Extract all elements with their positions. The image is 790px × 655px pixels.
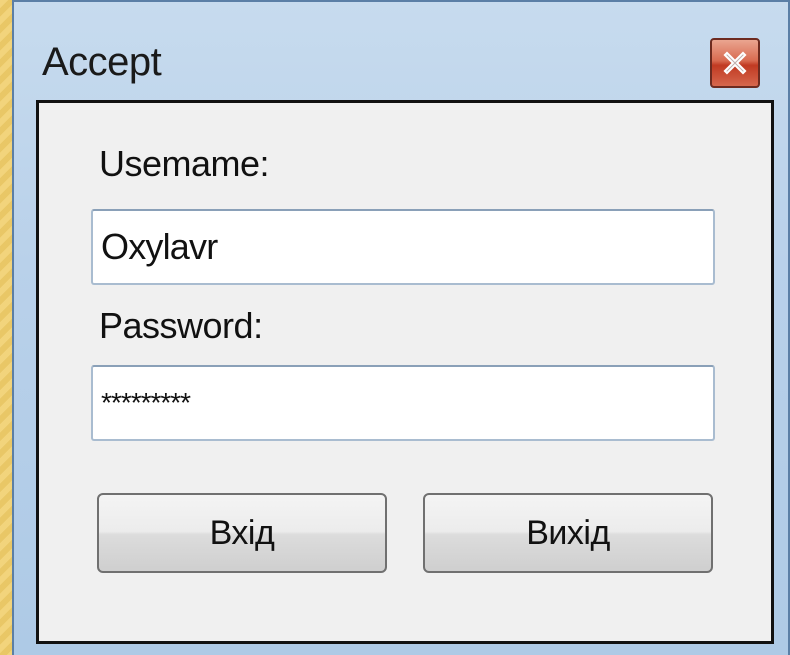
window-title: Accept (42, 40, 162, 84)
username-input[interactable] (91, 209, 715, 285)
close-x-icon (723, 51, 747, 75)
dialog-client-area: Usemame: Password: Вхід Вихід (36, 100, 774, 644)
dialog-window: Accept Usemame: Password: Вхід Вихід (12, 0, 790, 655)
username-label: Usemame: (99, 143, 270, 184)
close-button[interactable] (710, 38, 760, 88)
exit-button[interactable]: Вихід (423, 493, 713, 573)
title-bar[interactable]: Accept (14, 2, 788, 100)
password-label: Password: (99, 305, 263, 346)
password-input[interactable] (91, 365, 715, 441)
login-button[interactable]: Вхід (97, 493, 387, 573)
